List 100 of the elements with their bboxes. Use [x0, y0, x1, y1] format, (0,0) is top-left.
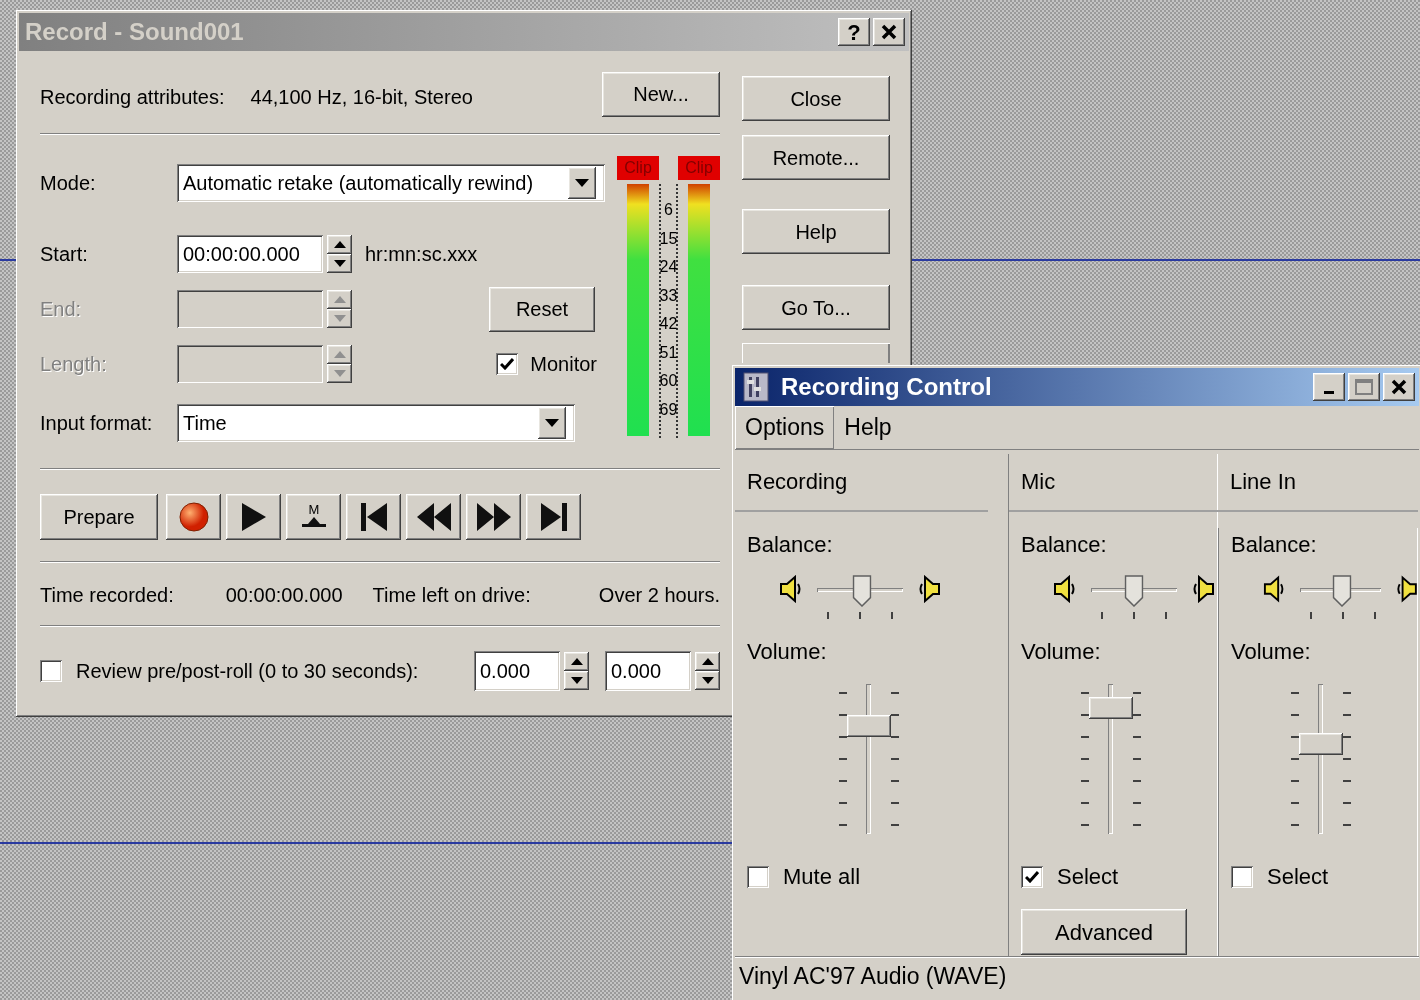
reset-button[interactable]: Reset — [489, 286, 595, 332]
scale-label: 15 — [659, 228, 678, 249]
menu-item[interactable]: Options — [735, 406, 835, 449]
record-button[interactable] — [166, 494, 221, 540]
spin-up-button[interactable] — [695, 652, 720, 671]
slider-thumb[interactable] — [1299, 733, 1343, 755]
time-recorded-value: 00:00:00.000 — [225, 583, 343, 608]
timecode-field[interactable]: 00:00:00.000 — [177, 235, 323, 273]
slider-thumb[interactable] — [1332, 575, 1353, 607]
balance-label: Balance: — [1231, 531, 1318, 559]
balance-label: Balance: — [747, 531, 834, 559]
close-icon — [1391, 379, 1407, 395]
scale-label: 24 — [659, 257, 678, 278]
clip-indicator: Clip — [678, 156, 720, 180]
minimize-button[interactable] — [1313, 373, 1345, 401]
spin-down-button[interactable] — [327, 364, 352, 383]
number-field[interactable]: 0.000 — [605, 651, 691, 691]
down-arrow-icon — [570, 677, 583, 684]
balance-label: Balance: — [1021, 531, 1108, 559]
slider-thumb[interactable] — [1089, 697, 1133, 719]
checkbox-label: Monitor — [530, 352, 597, 377]
checkbox[interactable] — [496, 353, 519, 375]
down-arrow-icon — [333, 315, 346, 322]
checkbox-label: Review pre/post-roll (0 to 30 seconds): — [76, 659, 419, 684]
help-button[interactable]: ? — [838, 18, 870, 46]
volume-slider[interactable] — [839, 684, 899, 834]
skip-back-button[interactable] — [346, 494, 401, 540]
dropdown-field[interactable]: Automatic retake (automatically rewind) — [177, 164, 605, 202]
checkbox-label: Select — [1057, 863, 1119, 891]
checkbox[interactable] — [747, 865, 769, 888]
close-button[interactable] — [1383, 373, 1415, 401]
fast-forward-icon — [476, 503, 511, 531]
close-button[interactable] — [873, 18, 905, 46]
slider-thumb[interactable] — [1124, 575, 1144, 607]
spin-up-button[interactable] — [327, 290, 352, 309]
scale-label: 33 — [659, 285, 678, 306]
side-button[interactable]: Remote... — [742, 135, 890, 180]
balance-slider[interactable] — [817, 575, 903, 619]
checkbox-label: Select — [1267, 863, 1329, 891]
volume-slider[interactable] — [1081, 684, 1141, 834]
record-icon — [178, 502, 209, 532]
dropdown-button[interactable] — [568, 167, 596, 199]
spin-up-button[interactable] — [327, 235, 352, 254]
slider-thumb[interactable] — [851, 575, 872, 607]
spin-down-button[interactable] — [695, 671, 720, 690]
checkbox[interactable] — [1231, 865, 1253, 888]
dropdown-button[interactable] — [538, 407, 566, 439]
spin-down-button[interactable] — [327, 309, 352, 328]
play-icon — [240, 503, 267, 531]
checkbox[interactable] — [40, 660, 62, 682]
down-arrow-icon — [575, 179, 589, 187]
side-button[interactable]: Close — [742, 76, 890, 121]
time-left-value: Over 2 hours. — [598, 583, 720, 608]
rewind-icon — [416, 503, 451, 531]
balance-slider[interactable] — [1299, 575, 1382, 619]
checkbox[interactable] — [1021, 865, 1043, 888]
minimize-icon — [1324, 390, 1334, 394]
field-label: End: — [40, 297, 83, 322]
scale-label: 69 — [659, 399, 678, 420]
spin-up-button[interactable] — [327, 345, 352, 364]
spin-up-button[interactable] — [564, 652, 589, 671]
prepare-button[interactable]: Prepare — [40, 494, 158, 540]
skip-forward-icon — [540, 503, 567, 531]
mixer-app-icon — [741, 372, 771, 402]
menu-item[interactable]: Help — [834, 406, 902, 449]
channel-name: Mic — [1021, 468, 1056, 496]
skip-forward-button[interactable] — [526, 494, 581, 540]
new-button[interactable]: New... — [602, 71, 720, 117]
volume-label: Volume: — [1021, 638, 1102, 666]
attributes-value: 44,100 Hz, 16-bit, Stereo — [250, 85, 473, 110]
spin-down-button[interactable] — [564, 671, 589, 690]
down-arrow-icon — [333, 370, 346, 377]
volume-slider[interactable] — [1291, 684, 1351, 834]
channel-name: Recording — [747, 468, 848, 496]
checkbox-label: Mute all — [783, 863, 861, 891]
play-button[interactable] — [226, 494, 281, 540]
field-label: Input format: — [40, 411, 154, 436]
advanced-button[interactable]: Advanced — [1021, 909, 1187, 955]
side-button[interactable]: Go To... — [742, 285, 890, 330]
clip-indicator: Clip — [617, 156, 659, 180]
rewind-button[interactable] — [406, 494, 461, 540]
speaker-icon — [779, 575, 803, 603]
volume-label: Volume: — [1231, 638, 1312, 666]
speaker-icon — [917, 575, 941, 603]
slider-thumb[interactable] — [847, 715, 891, 737]
side-button[interactable]: Help — [742, 209, 890, 254]
spin-down-button[interactable] — [327, 254, 352, 273]
field-label: Mode: — [40, 171, 97, 196]
balance-slider[interactable] — [1091, 575, 1177, 619]
scale-label: 51 — [659, 342, 678, 363]
field-label: Start: — [40, 242, 89, 267]
check-icon — [1025, 870, 1039, 883]
dropdown-field[interactable]: Time — [177, 404, 575, 442]
close-icon — [881, 24, 897, 40]
fast-forward-button[interactable] — [466, 494, 521, 540]
up-arrow-icon — [333, 241, 346, 248]
speaker-icon — [1395, 575, 1418, 603]
mark-button[interactable]: M — [286, 494, 341, 540]
number-field[interactable]: 0.000 — [474, 651, 560, 691]
status-bar: Vinyl AC'97 Audio (WAVE) — [735, 956, 1419, 996]
